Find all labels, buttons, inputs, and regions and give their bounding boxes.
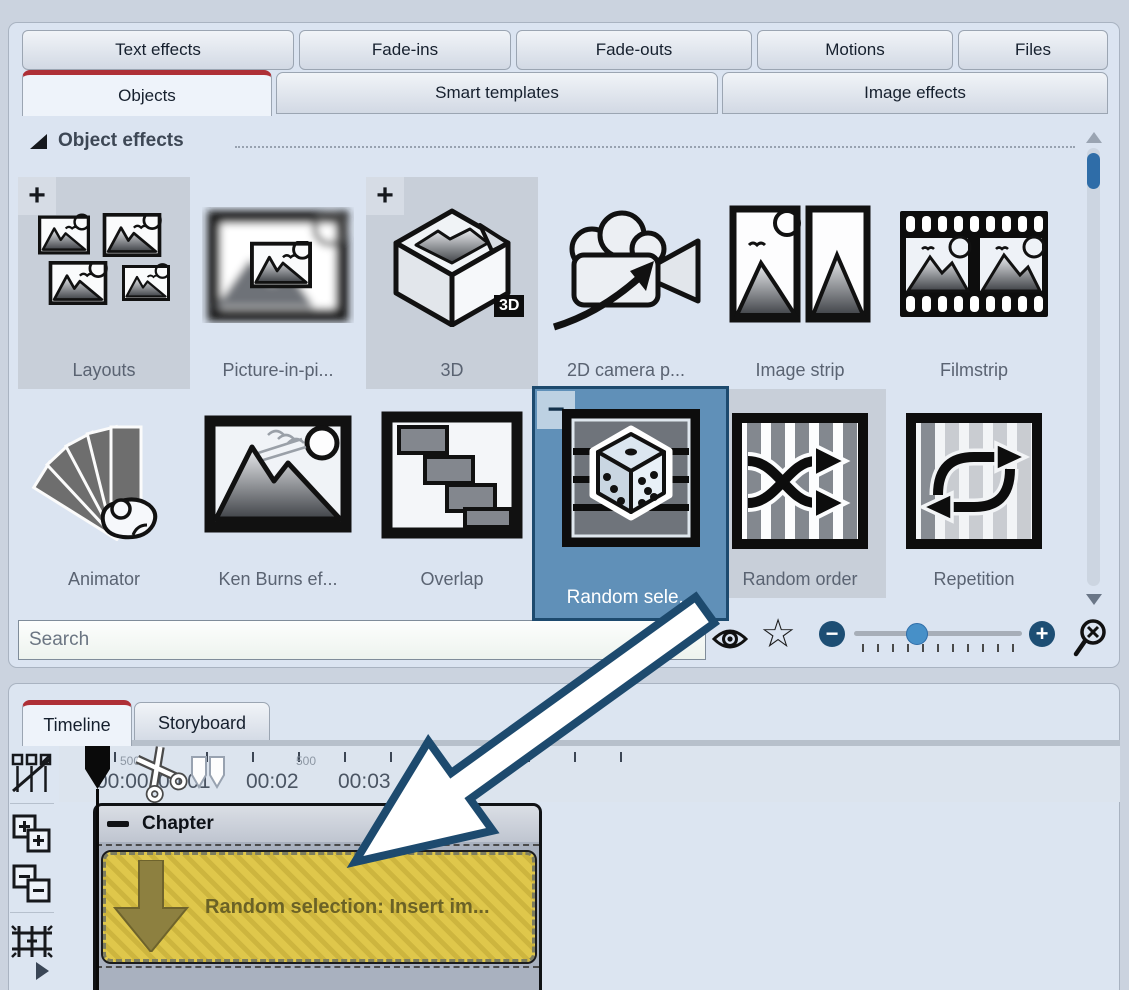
drop-arrow-icon xyxy=(113,860,189,952)
expand-all-icon[interactable] xyxy=(10,812,54,856)
zoom-out-button[interactable]: − xyxy=(819,621,845,647)
collapse-all-icon[interactable] xyxy=(10,862,54,906)
tab-image-effects[interactable]: Image effects xyxy=(722,72,1108,114)
tile-label: Image strip xyxy=(714,360,886,381)
drop-target[interactable]: Random selection: Insert im... xyxy=(101,850,537,964)
ruler-sub-label: 500 xyxy=(120,754,140,768)
track-divider xyxy=(96,966,539,968)
tab-fade-ins[interactable]: Fade-ins xyxy=(299,30,511,70)
tab-label: Text effects xyxy=(115,40,201,60)
zoom-in-button[interactable]: + xyxy=(1029,621,1055,647)
tab-fade-outs[interactable]: Fade-outs xyxy=(516,30,752,70)
tile-label: Overlap xyxy=(366,569,538,590)
toolbar-divider xyxy=(10,912,54,913)
zoom-reset-magnifier-icon[interactable] xyxy=(1072,618,1110,658)
tile-label: Random order xyxy=(714,569,886,590)
repetition-icon xyxy=(904,411,1044,551)
drop-target-text: Random selection: Insert im... xyxy=(205,852,490,962)
ruler-time-label: 00:04 xyxy=(404,770,457,794)
effect-tile-repetition[interactable]: Repetition xyxy=(888,389,1060,598)
tab-label: Storyboard xyxy=(158,713,246,734)
effect-tile-animator[interactable]: Animator xyxy=(18,389,190,598)
filmstrip-icon xyxy=(896,207,1052,321)
ken-burns-icon xyxy=(202,413,354,535)
animator-icon xyxy=(29,407,179,541)
tab-objects[interactable]: Objects xyxy=(22,70,272,116)
effect-tile-3d[interactable]: + 3D 3D xyxy=(366,177,538,389)
effect-tile-image-strip[interactable]: Image strip xyxy=(714,177,886,389)
scrollbar-track[interactable] xyxy=(1087,148,1100,586)
camera-pan-icon xyxy=(546,203,706,331)
chapter-header[interactable]: Chapter xyxy=(96,806,539,842)
effect-tile-random-selection[interactable]: − Random sele... xyxy=(532,386,729,621)
effect-tile-overlap[interactable]: Overlap xyxy=(366,389,538,598)
effect-tile-filmstrip[interactable]: Filmstrip xyxy=(888,177,1060,389)
clear-search-icon[interactable]: ✕ xyxy=(660,622,700,658)
frame-range-icon[interactable] xyxy=(10,920,54,964)
ruler-time-label: 00:00 xyxy=(96,770,149,794)
chapter-track[interactable]: Chapter Random selection: Insert im... xyxy=(93,803,542,990)
ruler-time-label: 00:03 xyxy=(338,770,391,794)
thumbnail-size-slider[interactable] xyxy=(854,631,1022,636)
ruler-time-label: 00:02 xyxy=(246,770,299,794)
tab-label: Fade-outs xyxy=(596,40,673,60)
random-selection-icon xyxy=(560,407,702,549)
tab-storyboard[interactable]: Storyboard xyxy=(134,702,270,744)
effect-tile-ken-burns[interactable]: Ken Burns ef... xyxy=(192,389,364,598)
slider-ticks xyxy=(862,644,1022,654)
ruler-time-label: 00:01 xyxy=(158,770,211,794)
tile-label: 3D xyxy=(366,360,538,381)
effect-tile-2d-camera[interactable]: 2D camera p... xyxy=(540,177,712,389)
chapter-title: Chapter xyxy=(142,813,214,835)
collapse-section-icon[interactable] xyxy=(30,134,47,149)
favorites-star-icon[interactable]: ☆ xyxy=(758,612,798,656)
ruler-sub-label: 500 xyxy=(296,754,316,768)
timeline-ruler[interactable]: 500 500 500 00:00 00:01 00:02 00:03 00:0… xyxy=(59,746,1120,802)
image-strip-icon xyxy=(725,205,875,323)
search-input[interactable] xyxy=(18,620,706,660)
tab-label: Motions xyxy=(825,40,885,60)
effect-tile-picture-in-picture[interactable]: Picture-in-pi... xyxy=(192,177,364,389)
scroll-up-icon[interactable] xyxy=(1086,132,1102,143)
tab-label: Timeline xyxy=(43,715,110,736)
slider-thumb[interactable] xyxy=(906,623,928,645)
tile-label: Picture-in-pi... xyxy=(192,360,364,381)
tile-label: Layouts xyxy=(18,360,190,381)
track-display-icon[interactable] xyxy=(10,752,54,796)
scrollbar-thumb[interactable] xyxy=(1087,153,1100,189)
toolbar-more-icon[interactable] xyxy=(36,962,49,980)
scroll-down-icon[interactable] xyxy=(1086,594,1102,605)
toolbar-divider xyxy=(10,803,54,804)
effect-tile-layouts[interactable]: + Layouts xyxy=(18,177,190,389)
tab-text-effects[interactable]: Text effects xyxy=(22,30,294,70)
tab-timeline[interactable]: Timeline xyxy=(22,700,132,746)
effect-tile-random-order[interactable]: Random order xyxy=(714,389,886,598)
3d-tag: 3D xyxy=(494,295,524,317)
tab-label: Image effects xyxy=(864,83,966,103)
tab-label: Objects xyxy=(118,86,176,106)
tile-label: Animator xyxy=(18,569,190,590)
layouts-icon xyxy=(36,209,172,321)
chapter-collapse-icon[interactable] xyxy=(107,821,129,827)
visibility-eye-icon[interactable] xyxy=(711,624,749,654)
tile-label: Ken Burns ef... xyxy=(192,569,364,590)
section-title: Object effects xyxy=(58,130,184,152)
tab-files[interactable]: Files xyxy=(958,30,1108,70)
tile-label: 2D camera p... xyxy=(540,360,712,381)
section-divider xyxy=(235,146,1075,148)
tile-label: Filmstrip xyxy=(888,360,1060,381)
track-divider xyxy=(96,844,539,846)
random-order-icon xyxy=(730,411,870,551)
tile-label: Random sele... xyxy=(535,587,726,609)
tab-label: Smart templates xyxy=(435,83,559,103)
overlap-icon xyxy=(381,411,523,539)
tab-label: Files xyxy=(1015,40,1051,60)
tile-label: Repetition xyxy=(888,569,1060,590)
tab-label: Fade-ins xyxy=(372,40,438,60)
tab-motions[interactable]: Motions xyxy=(757,30,953,70)
ruler-sub-label: 500 xyxy=(486,754,506,768)
picture-in-picture-icon xyxy=(202,207,354,323)
tab-smart-templates[interactable]: Smart templates xyxy=(276,72,718,114)
